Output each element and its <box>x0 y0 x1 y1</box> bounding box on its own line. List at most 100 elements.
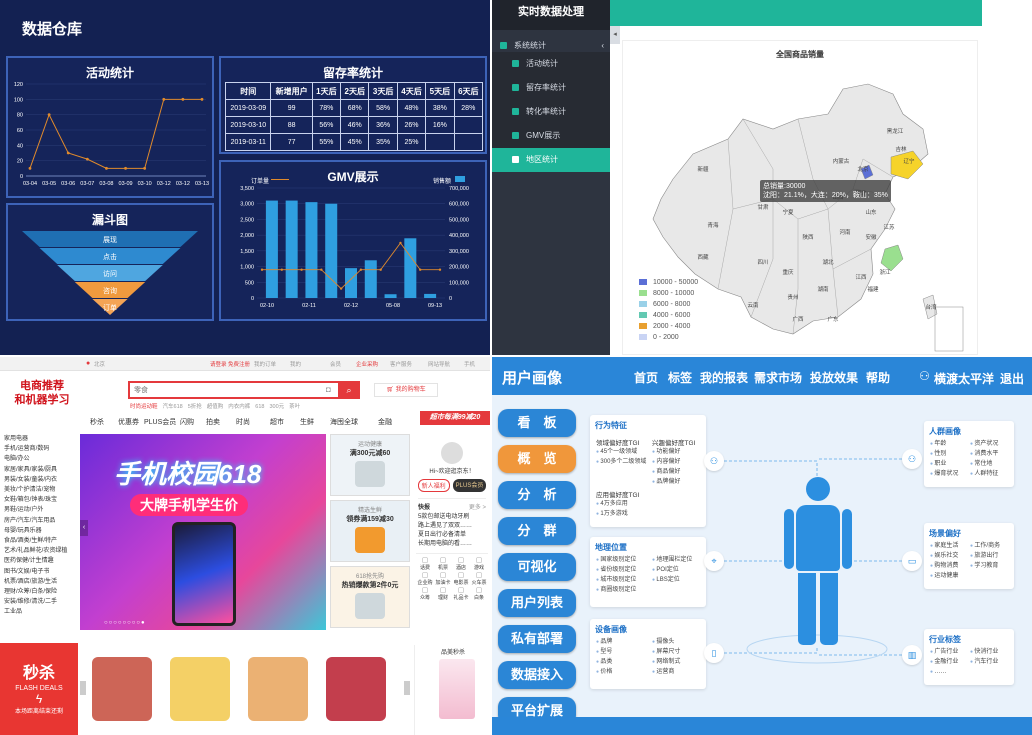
top-bar-link[interactable]: 我的订单 <box>254 360 276 368</box>
service-item[interactable]: ▢ 火车票 <box>470 571 488 586</box>
hot-word-link[interactable]: 超值购 <box>207 404 224 410</box>
category-item[interactable]: 女鞋/箱包/钟表/珠宝 <box>4 495 78 505</box>
category-item[interactable]: 男装/女装/童装/内衣 <box>4 475 78 485</box>
sidebar-item[interactable]: GMV展示 <box>492 124 610 148</box>
location-icon[interactable]: ● <box>86 360 90 367</box>
avatar[interactable] <box>441 442 463 464</box>
flash-deals-badge[interactable]: 秒杀 FLASH DEALS ϟ 本场距离结束还剩 <box>0 643 78 735</box>
industry-card[interactable]: 行业标签 广告行业金融行业…… 快消行业汽车行业 <box>924 629 1014 685</box>
collapse-toggle[interactable]: ◂ <box>610 26 620 44</box>
category-item[interactable]: 图书/文娱/电子书 <box>4 567 78 577</box>
brand-flash-card[interactable]: 品美秒杀 <box>414 645 490 735</box>
category-item[interactable]: 电脑/办公 <box>4 454 78 464</box>
category-item[interactable]: 美妆/个护清洁/宠物 <box>4 485 78 495</box>
service-item[interactable]: ▢ 礼品卡 <box>452 586 470 601</box>
legend-item[interactable]: 4000 - 6000 <box>639 312 690 319</box>
hot-word-link[interactable]: 时尚运动鞋 <box>130 404 158 410</box>
plus-button[interactable]: PLUS会员 <box>452 479 487 492</box>
newcomer-button[interactable]: 新人福利 <box>417 479 450 492</box>
top-bar-link[interactable]: 北京 <box>94 360 105 368</box>
search-input[interactable] <box>130 383 310 397</box>
flash-item[interactable] <box>248 657 308 721</box>
crowd-card[interactable]: 人群画像 年龄性别职业爆育状况 资产状况消费水平常住地人群特征 <box>924 421 1014 487</box>
nav-link[interactable]: 闪购 <box>180 417 194 427</box>
news-item[interactable]: 路上遇见了双双…… <box>418 522 486 531</box>
category-item[interactable]: 母婴/玩具乐器 <box>4 526 78 536</box>
promo-tag[interactable]: 超市每满99减20 <box>420 411 490 425</box>
camera-icon[interactable]: ◘ <box>326 385 331 394</box>
nav-link[interactable]: 时尚 <box>236 417 250 427</box>
hot-word-link[interactable]: 汽车618 <box>163 404 183 410</box>
sidebar-item[interactable]: 地区统计 <box>492 148 610 172</box>
service-item[interactable]: ▢ 众筹 <box>416 586 434 601</box>
service-item[interactable]: ▢ 话费 <box>416 556 434 571</box>
nav-link[interactable]: 金融 <box>378 417 392 427</box>
flash-item[interactable] <box>92 657 152 721</box>
category-item[interactable]: 艺术/礼品鲜花/农资绿植 <box>4 546 78 556</box>
legend-item[interactable]: 0 - 2000 <box>639 334 679 341</box>
category-item[interactable]: 工业品 <box>4 607 78 617</box>
sidebar-item[interactable]: 留存率统计 <box>492 76 610 100</box>
top-bar-link[interactable]: 企业采购 <box>356 360 378 368</box>
flash-item[interactable] <box>170 657 230 721</box>
category-item[interactable]: 手机/运营商/数码 <box>4 444 78 454</box>
province-jiangsu[interactable] <box>880 244 904 272</box>
side-ad-card[interactable]: 精选生鲜 领券满159减30 <box>330 500 410 562</box>
device-card[interactable]: 设备画像 品牌型号品类价格 摄像头屏幕尺寸网络制式运营商 <box>590 619 706 689</box>
search-button[interactable]: ⌕ <box>338 381 360 399</box>
hot-word-link[interactable]: 300元 <box>269 404 284 410</box>
scene-card[interactable]: 场景偏好 家庭生活娱乐社交购物消费运动健康 工作/商务旅游出行学习教育 <box>924 523 1014 589</box>
service-item[interactable]: ▢ 理财 <box>434 586 452 601</box>
news-item[interactable]: 5款包邮送电动牙刷 <box>418 513 486 522</box>
hot-word-link[interactable]: 618 <box>255 404 264 410</box>
flash-item[interactable] <box>326 657 386 721</box>
sidebar-item[interactable]: 活动统计 <box>492 52 610 76</box>
top-bar-link[interactable]: 请登录 免费注册 <box>210 360 250 368</box>
side-ad-card[interactable]: 运动健康 满300元减60 <box>330 434 410 496</box>
service-item[interactable]: ▢ 白条 <box>470 586 488 601</box>
legend-item[interactable]: 2000 - 4000 <box>639 323 690 330</box>
category-item[interactable]: 房产/汽车/汽车用品 <box>4 516 78 526</box>
category-item[interactable]: 安装/维修/清洗/二手 <box>4 597 78 607</box>
flash-next-arrow[interactable] <box>404 681 410 695</box>
service-item[interactable]: ▢ 加油卡 <box>434 571 452 586</box>
hot-word-link[interactable]: 茶叶 <box>289 404 300 410</box>
top-bar-link[interactable]: 我的 <box>290 360 301 368</box>
legend-item[interactable]: 6000 - 8000 <box>639 301 690 308</box>
service-item[interactable]: ▢ 电影票 <box>452 571 470 586</box>
legend-item[interactable]: 8000 - 10000 <box>639 290 694 297</box>
hot-word-link[interactable]: 5折抢 <box>188 404 202 410</box>
geo-card[interactable]: 地理位置 国家级别定位省份级别定位城市级别定位商圈级别定位 地理围栏定位POI定… <box>590 537 706 607</box>
news-item[interactable]: 夏日出行必备清单 <box>418 531 486 540</box>
nav-link[interactable]: 海囤全球 <box>330 417 358 427</box>
main-banner[interactable]: 手机校园618 大牌手机学生价 ‹ ○○○○○○○○● <box>80 434 326 630</box>
flash-prev-arrow[interactable] <box>80 681 86 695</box>
service-item[interactable]: ▢ 企业购 <box>416 571 434 586</box>
behavior-card[interactable]: 行为特征 领域偏好度TGI 45个一级领域300多个二级领域 兴趣偏好度TGI … <box>590 415 706 527</box>
category-item[interactable]: 医药保健/计生情趣 <box>4 556 78 566</box>
category-item[interactable]: 机票/酒店/旅游/生活 <box>4 577 78 587</box>
banner-dots[interactable]: ○○○○○○○○● <box>104 620 146 626</box>
top-bar-link[interactable]: 会员 <box>330 360 341 368</box>
nav-link[interactable]: 生鲜 <box>300 417 314 427</box>
news-more-link[interactable]: 更多 > <box>469 502 486 511</box>
category-item[interactable]: 家居/家具/家装/厨具 <box>4 465 78 475</box>
nav-link[interactable]: 超市 <box>270 417 284 427</box>
category-item[interactable]: 食品/酒类/生鲜/特产 <box>4 536 78 546</box>
legend-item[interactable]: 10000 - 50000 <box>639 279 698 286</box>
service-item[interactable]: ▢ 游戏 <box>470 556 488 571</box>
banner-prev-arrow[interactable]: ‹ <box>80 520 88 536</box>
nav-link[interactable]: 优惠券 <box>118 417 139 427</box>
hot-word-link[interactable]: 内衣内裤 <box>228 404 250 410</box>
top-bar-link[interactable]: 手机 <box>464 360 475 368</box>
nav-link[interactable]: PLUS会员 <box>144 417 176 427</box>
nav-link[interactable]: 拍卖 <box>206 417 220 427</box>
category-item[interactable]: 家用电器 <box>4 434 78 444</box>
china-sales-map[interactable]: 新疆西藏青海甘肃内蒙古黑龙江吉林辽宁北京山西河北山东江苏安徽四川重庆湖北湖南贵州… <box>623 59 979 355</box>
top-bar-link[interactable]: 客户服务 <box>390 360 412 368</box>
news-item[interactable]: 长期用电脑的看…… <box>418 540 486 549</box>
category-item[interactable]: 男鞋/运动/户外 <box>4 505 78 515</box>
category-item[interactable]: 理财/众筹/白条/保险 <box>4 587 78 597</box>
sidebar-item[interactable]: 转化率统计 <box>492 100 610 124</box>
side-ad-card[interactable]: 618抢先购 热销爆款第2件0元 <box>330 566 410 628</box>
